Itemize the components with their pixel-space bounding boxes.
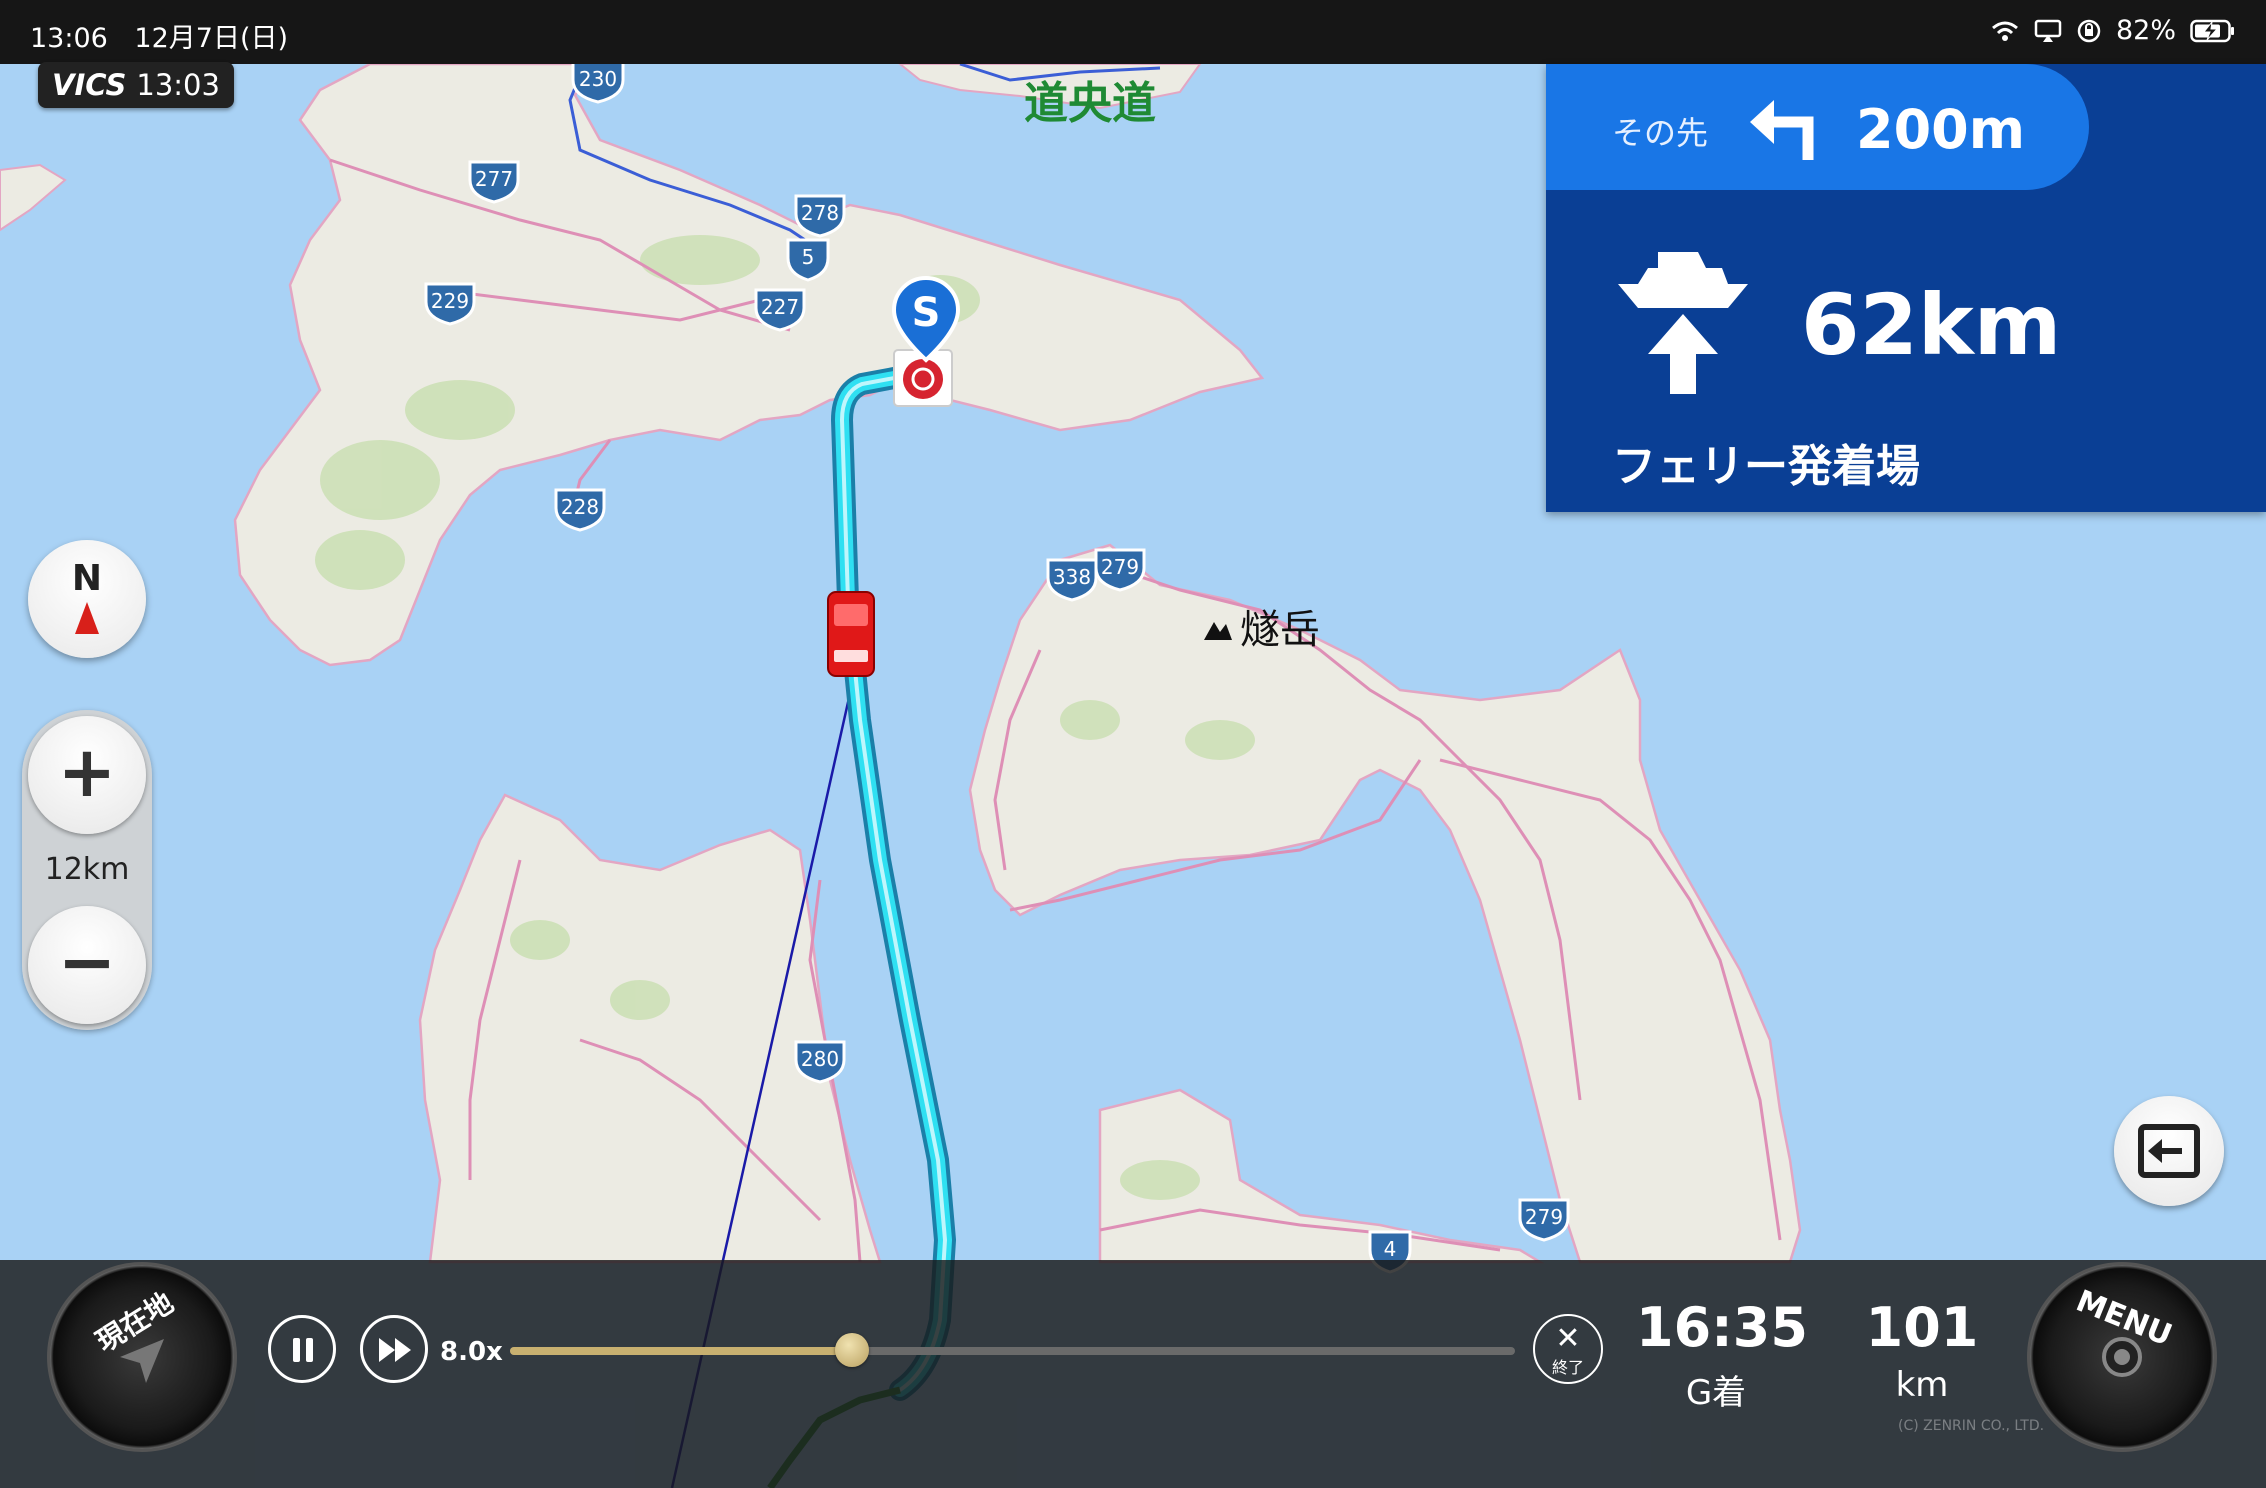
remaining-distance-unit: km	[1895, 1365, 1949, 1405]
route-shield: 338	[1046, 558, 1098, 602]
pause-icon	[293, 1338, 313, 1362]
menu-button[interactable]: MENU	[2030, 1265, 2214, 1449]
route-shield: 229	[424, 282, 476, 326]
current-location-button[interactable]: 現在地	[50, 1265, 234, 1449]
playback-progress-fill	[510, 1347, 852, 1355]
guidance-panel[interactable]: その先 200m 62km フェリー発着場	[1546, 64, 2266, 512]
remaining-distance-value: 101	[1865, 1296, 1979, 1359]
playback-progress-track[interactable]	[510, 1347, 1515, 1355]
svg-text:280: 280	[801, 1047, 839, 1071]
vics-time: 13:03	[136, 68, 220, 102]
next-guidance: その先 200m	[1546, 64, 2089, 190]
fast-forward-icon	[379, 1338, 411, 1362]
svg-text:338: 338	[1053, 565, 1091, 589]
close-icon: ✕	[1555, 1321, 1581, 1356]
exit-button[interactable]	[2114, 1096, 2224, 1206]
route-shield: 5	[786, 238, 830, 282]
exit-arrow-icon	[2138, 1124, 2200, 1178]
compass-arrow-icon	[75, 602, 99, 634]
status-right: 82%	[1990, 15, 2236, 46]
vics-logo: VICS	[52, 68, 127, 102]
zoom-in-button[interactable]: +	[28, 716, 146, 834]
vics-badge: VICS 13:03	[38, 62, 234, 108]
battery-percent: 82%	[2115, 15, 2176, 46]
compass-north-label: N	[71, 558, 103, 599]
map-label-expressway-north: 道央道	[1024, 78, 1156, 129]
svg-text:230: 230	[579, 67, 617, 91]
eta-display: 16:35 G着	[1636, 1296, 1808, 1414]
next-guidance-label: その先	[1612, 114, 1709, 152]
wifi-icon	[1992, 21, 2018, 41]
main-guidance-distance: 62km	[1801, 276, 2062, 374]
route-shield: 277	[468, 160, 520, 204]
svg-text:279: 279	[1101, 555, 1139, 579]
menu-knob-icon	[2102, 1337, 2142, 1377]
route-shield: 279	[1094, 548, 1146, 592]
svg-text:4: 4	[1384, 1237, 1397, 1261]
svg-text:277: 277	[475, 167, 513, 191]
airplay-icon	[2034, 19, 2062, 42]
map-copyright: (C) ZENRIN CO., LTD.	[1898, 1418, 2045, 1434]
route-shield: 227	[754, 288, 806, 332]
vehicle-icon	[827, 591, 875, 677]
status-date: 12月7日(日)	[134, 23, 289, 54]
svg-text:228: 228	[561, 495, 599, 519]
battery-charging-icon	[2190, 19, 2234, 42]
zoom-out-button[interactable]: −	[28, 906, 146, 1024]
eta-label: G着	[1685, 1373, 1747, 1413]
eta-time: 16:35	[1636, 1296, 1808, 1359]
playback-progress-knob[interactable]	[834, 1333, 869, 1367]
svg-text:5: 5	[802, 245, 815, 269]
route-shield: 280	[794, 1040, 846, 1084]
svg-text:227: 227	[761, 295, 799, 319]
ferry-straight-icon	[1618, 252, 1748, 394]
zoom-controls: + 12km −	[22, 710, 152, 1030]
status-time: 13:06	[30, 23, 108, 54]
svg-text:279: 279	[1525, 1205, 1563, 1229]
end-simulation-label: 終了	[1551, 1358, 1584, 1377]
next-guidance-distance: 200m	[1856, 98, 2025, 161]
svg-text:278: 278	[801, 201, 839, 225]
rotation-lock-icon	[2077, 19, 2101, 42]
status-bar: 13:06 12月7日(日) 82%	[0, 0, 2266, 64]
guidance-place-name: フェリー発着場	[1612, 441, 1920, 492]
route-shield: 230	[571, 64, 625, 104]
route-shield: 278	[794, 194, 846, 238]
playback-speed: 8.0x	[440, 1337, 503, 1367]
remaining-distance: 101 km	[1852, 1296, 1992, 1405]
start-marker-letter: S	[912, 290, 941, 336]
status-left: 13:06 12月7日(日)	[30, 16, 288, 55]
pause-button[interactable]	[268, 1315, 336, 1383]
turn-left-icon	[1750, 100, 1814, 160]
compass-button[interactable]: N	[28, 540, 146, 658]
end-simulation-button[interactable]: ✕ 終了	[1533, 1314, 1603, 1384]
route-shield: 228	[554, 488, 606, 532]
route-shield: 279	[1518, 1198, 1570, 1242]
map-label-mountain: 燧岳	[1240, 607, 1320, 653]
map-scale-label: 12km	[44, 852, 130, 887]
fast-forward-button[interactable]	[360, 1315, 428, 1383]
svg-text:229: 229	[431, 289, 469, 313]
